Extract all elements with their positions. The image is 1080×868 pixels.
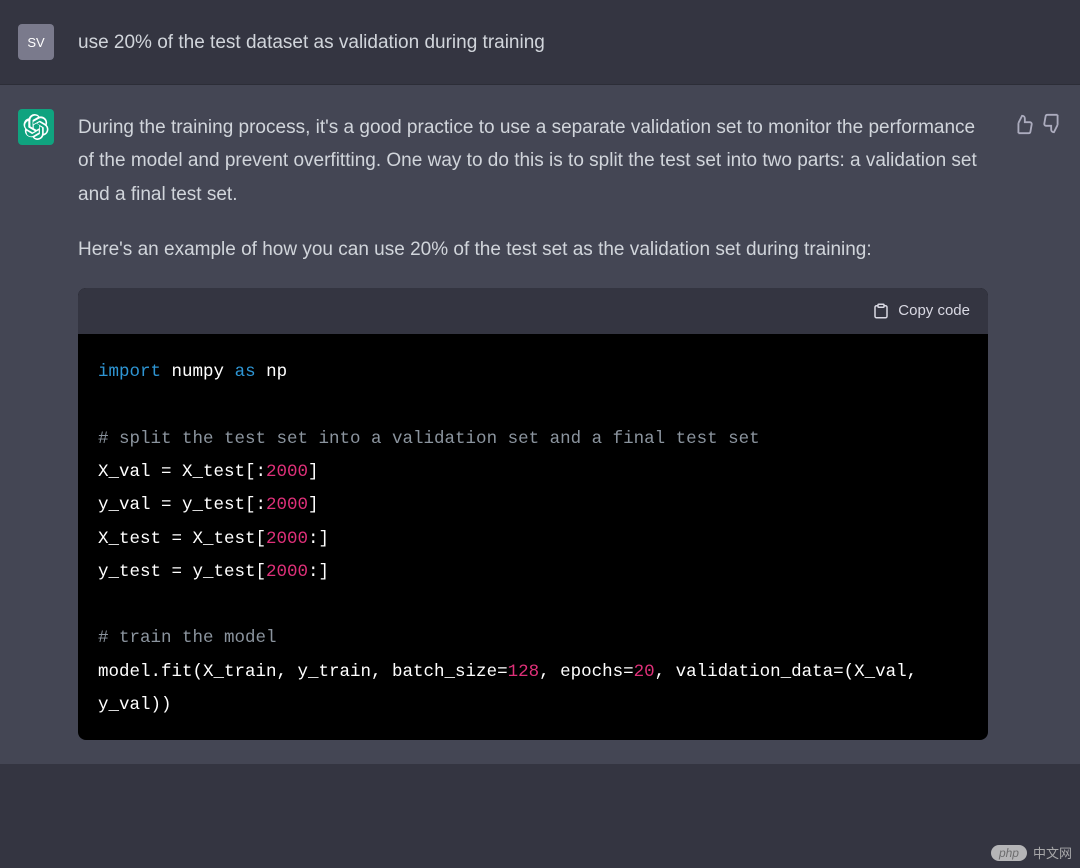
code-header: Copy code (78, 288, 988, 334)
code-token: 2000 (266, 495, 308, 515)
user-message-text: use 20% of the test dataset as validatio… (78, 32, 545, 53)
code-token: , epochs= (539, 662, 634, 682)
code-token: y_val = y_test[: (98, 495, 266, 515)
thumbs-down-icon (1042, 113, 1064, 135)
code-token: import (98, 362, 161, 382)
code-token: np (266, 362, 287, 382)
code-token: y_test = y_test[ (98, 562, 266, 582)
watermark-pill: php (991, 845, 1027, 861)
code-comment: # split the test set into a validation s… (98, 429, 760, 449)
code-token: :] (308, 529, 329, 549)
clipboard-icon (872, 302, 890, 320)
user-message-content: use 20% of the test dataset as validatio… (78, 24, 1064, 60)
assistant-paragraph: Here's an example of how you can use 20%… (78, 233, 988, 266)
code-token: :] (308, 562, 329, 582)
code-block: Copy code import numpy as np # split the… (78, 288, 988, 740)
feedback-actions (1012, 109, 1064, 740)
code-token: ] (308, 462, 319, 482)
thumbs-down-button[interactable] (1042, 113, 1064, 135)
code-token: X_val = X_test[: (98, 462, 266, 482)
user-message-row: SV use 20% of the test dataset as valida… (0, 0, 1080, 85)
thumbs-up-button[interactable] (1012, 113, 1034, 135)
code-token: X_test = X_test[ (98, 529, 266, 549)
code-token: ] (308, 495, 319, 515)
copy-code-button[interactable]: Copy code (872, 298, 970, 324)
code-comment: # train the model (98, 628, 277, 648)
assistant-message-content: During the training process, it's a good… (78, 109, 988, 740)
code-token: 20 (634, 662, 655, 682)
thumbs-up-icon (1012, 113, 1034, 135)
assistant-paragraph: During the training process, it's a good… (78, 111, 988, 211)
openai-logo-icon (23, 114, 49, 140)
code-token: 2000 (266, 562, 308, 582)
watermark: php 中文网 (991, 843, 1072, 862)
code-token: as (235, 362, 256, 382)
assistant-avatar (18, 109, 54, 145)
code-token: model.fit(X_train, y_train, batch_size= (98, 662, 508, 682)
code-token: 2000 (266, 462, 308, 482)
user-avatar: SV (18, 24, 54, 60)
copy-code-label: Copy code (898, 298, 970, 324)
watermark-text: 中文网 (1033, 843, 1072, 862)
code-token: 2000 (266, 529, 308, 549)
assistant-message-row: During the training process, it's a good… (0, 85, 1080, 764)
user-avatar-initials: SV (27, 35, 44, 50)
code-token: 128 (508, 662, 540, 682)
code-body[interactable]: import numpy as np # split the test set … (78, 334, 988, 740)
code-token: numpy (172, 362, 225, 382)
